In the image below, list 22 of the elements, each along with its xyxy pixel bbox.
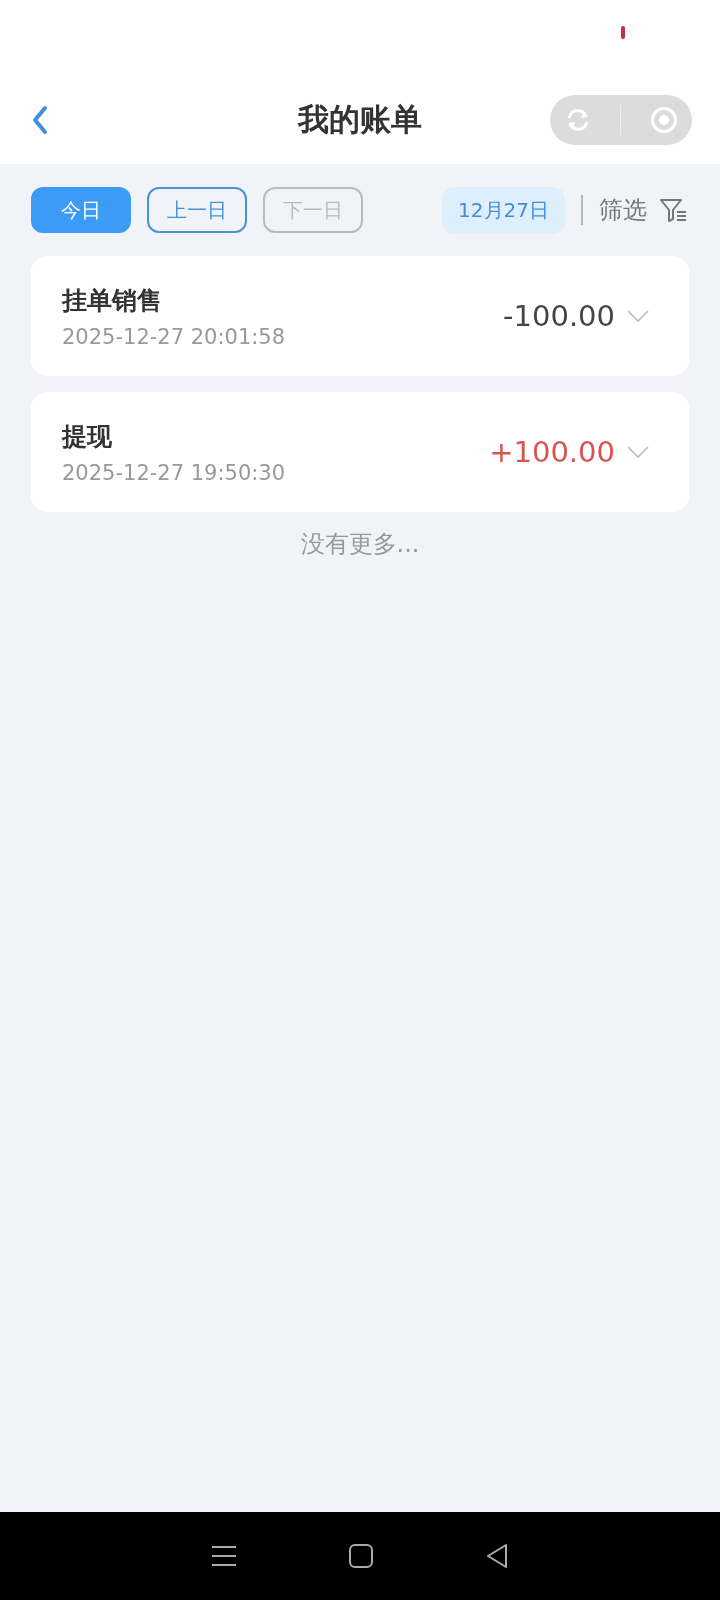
transaction-amount: -100.00 bbox=[503, 299, 615, 333]
chevron-down-icon[interactable] bbox=[627, 446, 649, 458]
filter-button[interactable]: 筛选 bbox=[599, 194, 647, 226]
chevron-down-icon[interactable] bbox=[627, 310, 649, 322]
page-title: 我的账单 bbox=[296, 100, 423, 139]
transaction-card[interactable]: 挂单销售 2025-12-27 20:01:58 -100.00 bbox=[31, 256, 689, 376]
filter-icon[interactable] bbox=[659, 197, 689, 223]
no-more-text: 没有更多... bbox=[299, 529, 421, 560]
recording-indicator-icon bbox=[621, 26, 625, 39]
transaction-amount: +100.00 bbox=[489, 435, 615, 469]
date-chip[interactable]: 12月27日 bbox=[442, 186, 565, 234]
transaction-title: 挂单销售 bbox=[62, 284, 163, 317]
day-button[interactable]: 上一日 bbox=[147, 187, 247, 233]
home-icon[interactable] bbox=[348, 1543, 374, 1569]
back-icon[interactable] bbox=[32, 105, 48, 135]
transaction-time: 2025-12-27 20:01:58 bbox=[62, 324, 286, 349]
menu-icon[interactable] bbox=[211, 1545, 237, 1567]
day-button[interactable]: 今日 bbox=[31, 187, 131, 233]
transaction-title: 提现 bbox=[62, 420, 113, 453]
back-triangle-icon[interactable] bbox=[485, 1543, 509, 1569]
transaction-card[interactable]: 提现 2025-12-27 19:50:30 +100.00 bbox=[31, 392, 689, 512]
transaction-time: 2025-12-27 19:50:30 bbox=[62, 460, 286, 485]
